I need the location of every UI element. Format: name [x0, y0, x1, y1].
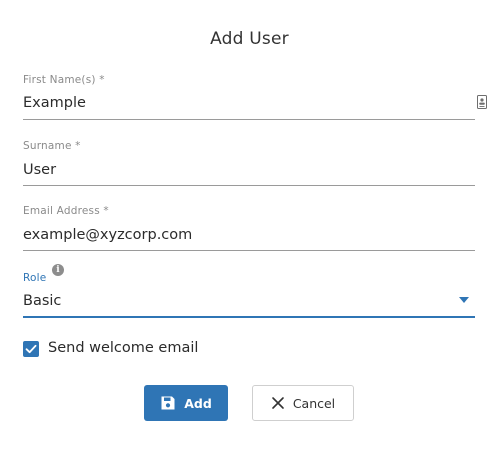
- welcome-email-checkbox[interactable]: [23, 341, 39, 357]
- info-icon[interactable]: i: [52, 264, 64, 276]
- add-button-label: Add: [184, 395, 212, 411]
- email-label: Email Address *: [23, 205, 109, 217]
- cancel-button[interactable]: Cancel: [252, 385, 354, 421]
- add-user-dialog: Add User First Name(s) * Surname * Email…: [0, 0, 499, 451]
- add-button[interactable]: Add: [144, 385, 228, 421]
- email-input[interactable]: [23, 224, 475, 246]
- role-underline: [23, 316, 475, 318]
- surname-input[interactable]: [23, 159, 475, 181]
- caret-down-icon[interactable]: [459, 297, 469, 303]
- save-icon: [161, 396, 175, 410]
- first-name-input[interactable]: [23, 92, 475, 114]
- welcome-email-label[interactable]: Send welcome email: [48, 340, 198, 356]
- email-underline: [23, 250, 475, 251]
- checkmark-icon: [25, 344, 37, 354]
- dialog-title: Add User: [210, 29, 289, 49]
- cancel-button-label: Cancel: [292, 395, 336, 411]
- close-icon: [272, 397, 284, 409]
- surname-label: Surname *: [23, 140, 81, 152]
- first-name-label: First Name(s) *: [23, 74, 105, 86]
- role-label: Role: [23, 272, 47, 284]
- role-select[interactable]: Basic: [23, 291, 475, 313]
- first-name-underline: [23, 119, 475, 120]
- surname-underline: [23, 185, 475, 186]
- contact-card-icon[interactable]: [477, 95, 487, 109]
